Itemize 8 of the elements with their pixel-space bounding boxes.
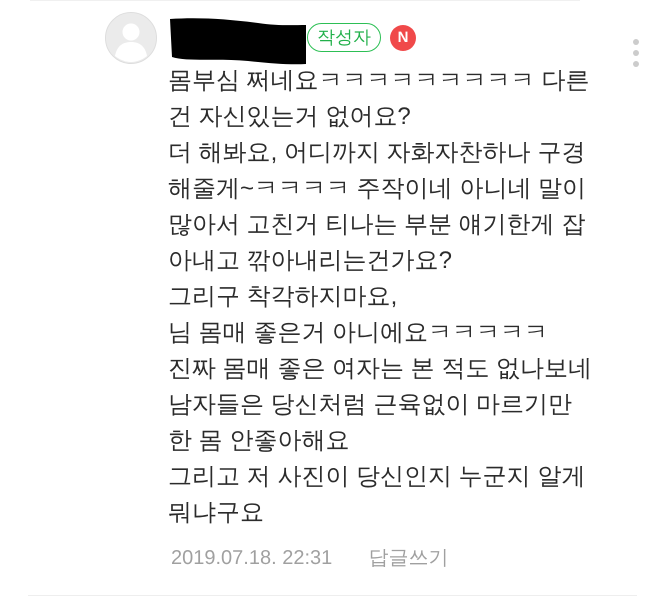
more-button[interactable] <box>630 37 642 69</box>
comment-date: 2019.07.18. 22:31 <box>171 546 332 571</box>
author-badge: 작성자 <box>307 23 381 52</box>
reply-link[interactable]: 답글쓰기 <box>368 543 448 573</box>
comment-text: 몸부심 쩌네요ㅋㅋㅋㅋㅋㅋㅋㅋㅋ 다른 건 자신있는거 없어요? 더 해봐요, 어디까지 자화자찬하나 구경 해줄게~ㅋㅋㅋㅋ 주작이네 아니네 말이 많아서 고친거 티나는 부분 얘기한게 잡 아내고 깎아내리는건가요? 그리구 착각하지마요, 님 몸매 좋은거 아니에요ㅋㅋㅋㅋㅋ 진짜 몸매 좋은 여자는 본 적도 없나보네 남자들은 당신처럼 근육없이 마르기만 한 몸 안좋아해요 그리고 저 사진이 당신인지 누군지 알게 뭐냐구요 <box>168 66 594 528</box>
avatar-icon[interactable] <box>105 12 157 64</box>
new-badge: N <box>390 24 416 50</box>
more-icon <box>633 39 639 67</box>
